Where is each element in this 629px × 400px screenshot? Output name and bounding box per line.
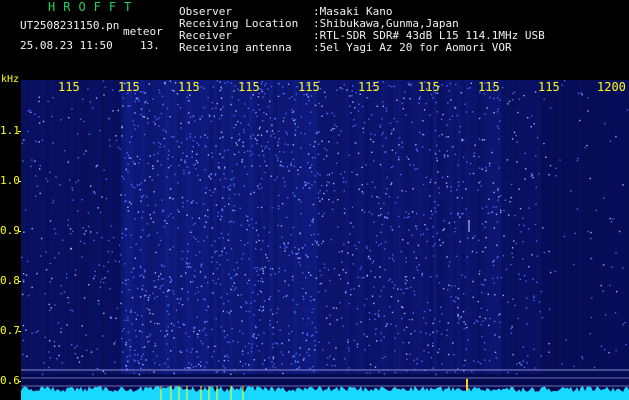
y-tick-mark	[18, 131, 21, 132]
datetime: 25.08.23 11:50	[20, 39, 113, 52]
y-tick: 0.7	[0, 324, 20, 337]
x-tick: 115	[118, 80, 140, 94]
filename: UT2508231150.pn	[20, 19, 120, 32]
x-tick: 115	[178, 80, 200, 94]
y-tick-mark	[18, 281, 21, 282]
x-tick: 115	[358, 80, 380, 94]
y-tick-mark	[18, 381, 21, 382]
x-tick: 115	[538, 80, 560, 94]
spectrogram	[21, 80, 629, 400]
header-panel: HROFFT UT2508231150.pn meteor 25.08.23 1…	[0, 0, 629, 78]
app-title: HROFFT	[48, 0, 140, 14]
antenna-label: Receiving antenna	[179, 41, 292, 54]
x-tick: 1200	[597, 80, 626, 94]
noise-bands	[21, 80, 629, 374]
y-tick: 1.1	[0, 124, 20, 137]
x-tick: 115	[418, 80, 440, 94]
antenna-value: :5el Yagi Az 20 for Aomori VOR	[313, 41, 512, 54]
type-label: meteor	[123, 25, 163, 38]
y-tick-mark	[18, 331, 21, 332]
spectrogram-canvas	[21, 80, 629, 400]
y-tick: 1.0	[0, 174, 20, 187]
y-tick-mark	[18, 231, 21, 232]
x-tick: 115	[478, 80, 500, 94]
y-tick: 0.6	[0, 374, 20, 387]
count: 13.	[140, 39, 160, 52]
y-axis: 1.1 1.0 0.9 0.8 0.7 0.6	[0, 80, 21, 400]
x-tick: 115	[58, 80, 80, 94]
x-tick: 115	[238, 80, 260, 94]
x-tick: 115	[298, 80, 320, 94]
power-trace	[21, 386, 629, 400]
y-tick: 0.9	[0, 224, 20, 237]
y-tick: 0.8	[0, 274, 20, 287]
frequency-axis: 115 115 115 115 115 115 115 115 115 1200	[0, 80, 629, 94]
y-tick-mark	[18, 181, 21, 182]
